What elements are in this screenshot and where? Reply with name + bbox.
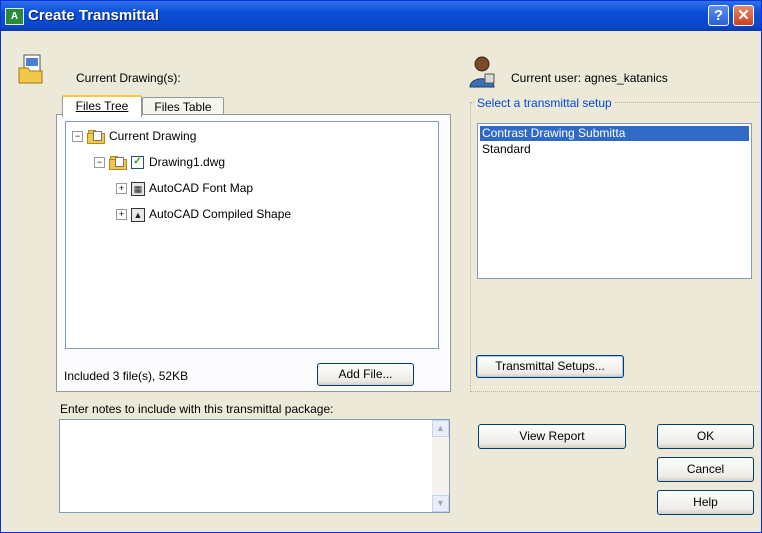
tree-item-label: Drawing1.dwg — [149, 155, 226, 169]
tree-item-drawing1[interactable]: − ✓ Drawing1.dwg — [94, 152, 225, 172]
help-label: Help — [693, 495, 718, 509]
title-bar[interactable]: A Create Transmittal ? ✕ — [1, 1, 761, 31]
scroll-up-icon[interactable]: ▲ — [432, 420, 449, 437]
files-tree[interactable]: − Current Drawing − ✓ Drawing1.dwg + ▦ AutoCA… — [65, 121, 439, 349]
notes-textarea[interactable] — [59, 419, 450, 513]
tab-files-table-label: Files Table — [154, 100, 212, 114]
included-files-status: Included 3 file(s), 52KB — [64, 369, 189, 383]
view-report-label: View Report — [519, 429, 585, 443]
transmittal-setup-list[interactable]: Contrast Drawing Submitta Standard — [477, 123, 752, 279]
tab-files-tree-label: Files Tree — [75, 99, 129, 113]
folder-icon — [87, 129, 105, 144]
tree-item-label: AutoCAD Compiled Shape — [149, 207, 292, 221]
folder-icon — [109, 155, 127, 170]
files-tree-panel: − Current Drawing − ✓ Drawing1.dwg + ▦ AutoCA… — [56, 114, 451, 392]
transmittal-setup-label: Select a transmittal setup — [475, 96, 614, 110]
create-transmittal-dialog: A Create Transmittal ? ✕ Current Drawing… — [0, 0, 762, 533]
tree-item-current-drawing[interactable]: − Current Drawing — [72, 126, 196, 146]
window-title: Create Transmittal — [28, 7, 159, 24]
current-drawings-icon — [18, 54, 43, 84]
help-title-button[interactable]: ? — [708, 5, 729, 26]
tree-item-compiled-shape[interactable]: + ▲ AutoCAD Compiled Shape — [116, 204, 291, 224]
notes-label: Enter notes to include with this transmi… — [60, 402, 334, 416]
cancel-button[interactable]: Cancel — [657, 457, 754, 482]
transmittal-setups-label: Transmittal Setups... — [495, 359, 605, 373]
ok-button[interactable]: OK — [657, 424, 754, 449]
collapse-icon[interactable]: − — [94, 157, 105, 169]
tree-item-label: AutoCAD Font Map — [149, 181, 254, 195]
close-button[interactable]: ✕ — [733, 5, 754, 26]
expand-icon[interactable]: + — [116, 183, 127, 195]
add-file-label: Add File... — [338, 367, 393, 381]
scroll-down-icon[interactable]: ▼ — [432, 495, 449, 512]
tab-files-tree[interactable]: Files Tree — [62, 95, 142, 117]
autocad-app-icon: A — [5, 8, 24, 25]
transmittal-setups-button[interactable]: Transmittal Setups... — [476, 355, 624, 378]
close-icon: ✕ — [737, 7, 750, 24]
current-drawings-label: Current Drawing(s): — [76, 71, 181, 85]
help-button[interactable]: Help — [657, 490, 754, 515]
collapse-icon[interactable]: − — [72, 131, 83, 143]
ok-label: OK — [696, 429, 715, 443]
include-checkbox[interactable]: ✓ — [131, 156, 144, 170]
current-user-label: Current user: agnes_katanics — [511, 71, 668, 85]
add-file-button[interactable]: Add File... — [317, 363, 414, 386]
view-report-button[interactable]: View Report — [478, 424, 626, 449]
setup-item-contrast[interactable]: Contrast Drawing Submitta — [480, 126, 749, 141]
question-icon: ? — [713, 7, 724, 24]
expand-icon[interactable]: + — [116, 209, 127, 221]
font-map-icon: ▦ — [131, 181, 145, 196]
tree-item-font-map[interactable]: + ▦ AutoCAD Font Map — [116, 178, 253, 198]
user-icon — [469, 56, 495, 88]
cancel-label: Cancel — [686, 462, 725, 476]
notes-scrollbar[interactable]: ▲ ▼ — [432, 420, 449, 512]
compiled-shape-icon: ▲ — [131, 207, 145, 222]
setup-item-standard[interactable]: Standard — [480, 142, 749, 157]
tree-item-label: Current Drawing — [109, 129, 197, 143]
